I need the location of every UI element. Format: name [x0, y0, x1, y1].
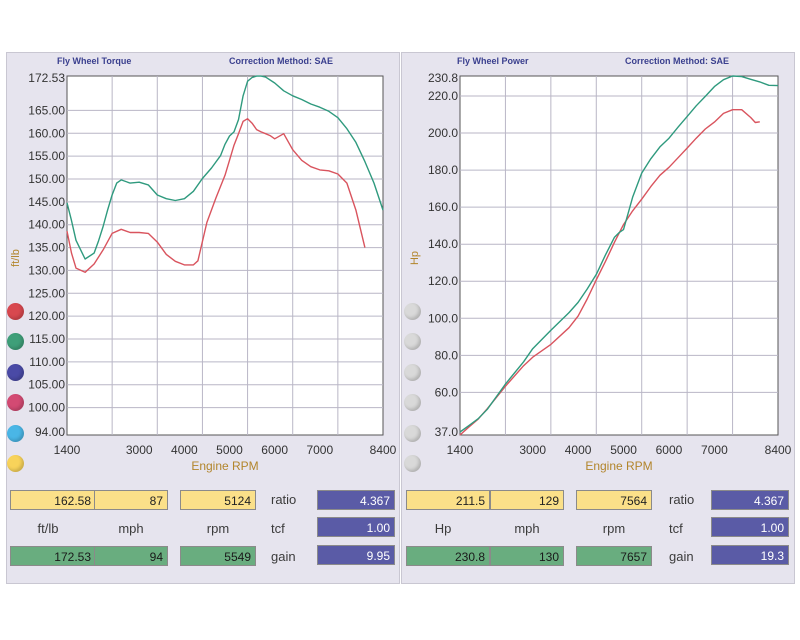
gain-value: 19.3	[711, 545, 789, 565]
x-tick-label: 7000	[306, 443, 333, 457]
y-tick-label: 60.0	[435, 385, 459, 399]
y-tick-label: 160.00	[28, 126, 65, 140]
chart-title: Fly Wheel Power	[457, 56, 529, 66]
chart-title: Fly Wheel Torque	[57, 56, 132, 66]
y-tick-label: 155.00	[28, 149, 65, 163]
y-tick-label: 180.0	[428, 163, 458, 177]
ratio-label: ratio	[271, 492, 297, 507]
peak-torque-value: 172.53	[10, 546, 96, 566]
ratio-label: ratio	[669, 492, 695, 507]
y-tick-label: 220.0	[428, 89, 458, 103]
legend-swatch[interactable]	[7, 303, 24, 320]
x-tick-label: 4000	[565, 443, 592, 457]
current-torque-value: 162.58	[10, 490, 96, 510]
y-tick-label: 165.00	[28, 103, 65, 117]
x-tick-label: 8400	[370, 443, 397, 457]
y-tick-label: 105.00	[28, 378, 65, 392]
unit-torque-label: ft/lb	[37, 521, 59, 536]
y-tick-label: 115.00	[29, 332, 65, 346]
x-tick-label: 1400	[54, 443, 81, 457]
x-tick-label: 6000	[656, 443, 683, 457]
x-tick-label: 5000	[216, 443, 243, 457]
power-chart: 230.8 220.0 200.0 180.0 160.0 140.0 120.0 100.0…	[409, 71, 792, 473]
gain-label: gain	[669, 549, 694, 564]
peak-rpm-value: 5549	[180, 546, 256, 566]
power-panel: Fly Wheel Power Correction Method: SAE 2…	[401, 52, 795, 584]
x-axis-label: Engine RPM	[585, 459, 652, 473]
plot-area	[66, 75, 384, 436]
legend-swatch[interactable]	[7, 425, 24, 442]
current-mph-value: 87	[94, 490, 168, 510]
x-tick-label: 8400	[765, 443, 792, 457]
y-tick-label: 200.0	[428, 126, 458, 140]
y-tick-label: 140.0	[428, 237, 458, 251]
x-tick-label: 3000	[519, 443, 546, 457]
legend-swatch[interactable]	[404, 394, 421, 411]
peak-hp-value: 230.8	[406, 546, 490, 566]
peak-mph-value: 94	[94, 546, 168, 566]
legend-swatch[interactable]	[404, 425, 421, 442]
current-hp-value: 211.5	[406, 490, 490, 510]
legend-swatch[interactable]	[404, 303, 421, 320]
y-tick-label: 150.00	[28, 172, 65, 186]
unit-mph-label: mph	[118, 521, 144, 536]
x-tick-label: 5000	[610, 443, 637, 457]
gain-value: 9.95	[317, 545, 395, 565]
legend-swatch[interactable]	[404, 333, 421, 350]
unit-rpm-label: rpm	[602, 521, 626, 536]
tcf-value: 1.00	[317, 517, 395, 537]
unit-mph-label: mph	[514, 521, 540, 536]
y-axis-label: Hp	[409, 251, 421, 265]
legend-swatch[interactable]	[7, 333, 24, 350]
tcf-value: 1.00	[711, 517, 789, 537]
x-axis-label: Engine RPM	[191, 459, 258, 473]
y-tick-label: 110.00	[29, 355, 65, 369]
peak-rpm-value: 7657	[576, 546, 652, 566]
y-tick-label: 80.0	[435, 348, 459, 362]
torque-panel: Fly Wheel Torque Correction Method: SAE …	[6, 52, 400, 584]
legend-swatch[interactable]	[7, 364, 24, 381]
x-tick-label: 4000	[171, 443, 198, 457]
y-tick-label: 100.00	[28, 401, 65, 415]
y-tick-label: 120.00	[28, 309, 65, 323]
correction-method: Correction Method: SAE	[229, 56, 334, 66]
y-tick-label: 160.0	[428, 200, 458, 214]
torque-chart: 172.53 165.00 160.00 155.00 150.00 145.00 140.…	[10, 71, 397, 473]
legend-swatch[interactable]	[404, 364, 421, 381]
x-tick-label: 7000	[701, 443, 728, 457]
y-axis-label: ft/lb	[10, 249, 22, 267]
unit-rpm-label: rpm	[206, 521, 230, 536]
x-tick-label: 3000	[126, 443, 153, 457]
y-tick-label: 230.8	[428, 71, 458, 85]
y-tick-label: 120.0	[428, 274, 458, 288]
legend-swatch[interactable]	[404, 455, 421, 472]
ratio-value: 4.367	[711, 490, 789, 510]
y-tick-label: 37.0	[435, 425, 459, 439]
unit-hp-label: Hp	[434, 521, 452, 536]
x-tick-label: 6000	[261, 443, 288, 457]
legend-swatch[interactable]	[7, 455, 24, 472]
current-rpm-value: 5124	[180, 490, 256, 510]
y-tick-label: 140.00	[28, 218, 65, 232]
peak-mph-value: 130	[490, 546, 564, 566]
y-tick-label: 145.00	[28, 195, 65, 209]
tcf-label: tcf	[669, 521, 683, 536]
y-tick-label: 125.00	[28, 286, 65, 300]
tcf-label: tcf	[271, 521, 285, 536]
current-rpm-value: 7564	[576, 490, 652, 510]
legend-swatch[interactable]	[7, 394, 24, 411]
ratio-value: 4.367	[317, 490, 395, 510]
y-tick-label: 94.00	[35, 425, 65, 439]
y-tick-label: 172.53	[28, 71, 65, 85]
correction-method: Correction Method: SAE	[625, 56, 730, 66]
gain-label: gain	[271, 549, 296, 564]
y-tick-label: 100.0	[428, 311, 458, 325]
y-tick-label: 130.00	[28, 263, 65, 277]
x-tick-label: 1400	[447, 443, 474, 457]
current-mph-value: 129	[490, 490, 564, 510]
y-tick-label: 135.00	[28, 241, 65, 255]
